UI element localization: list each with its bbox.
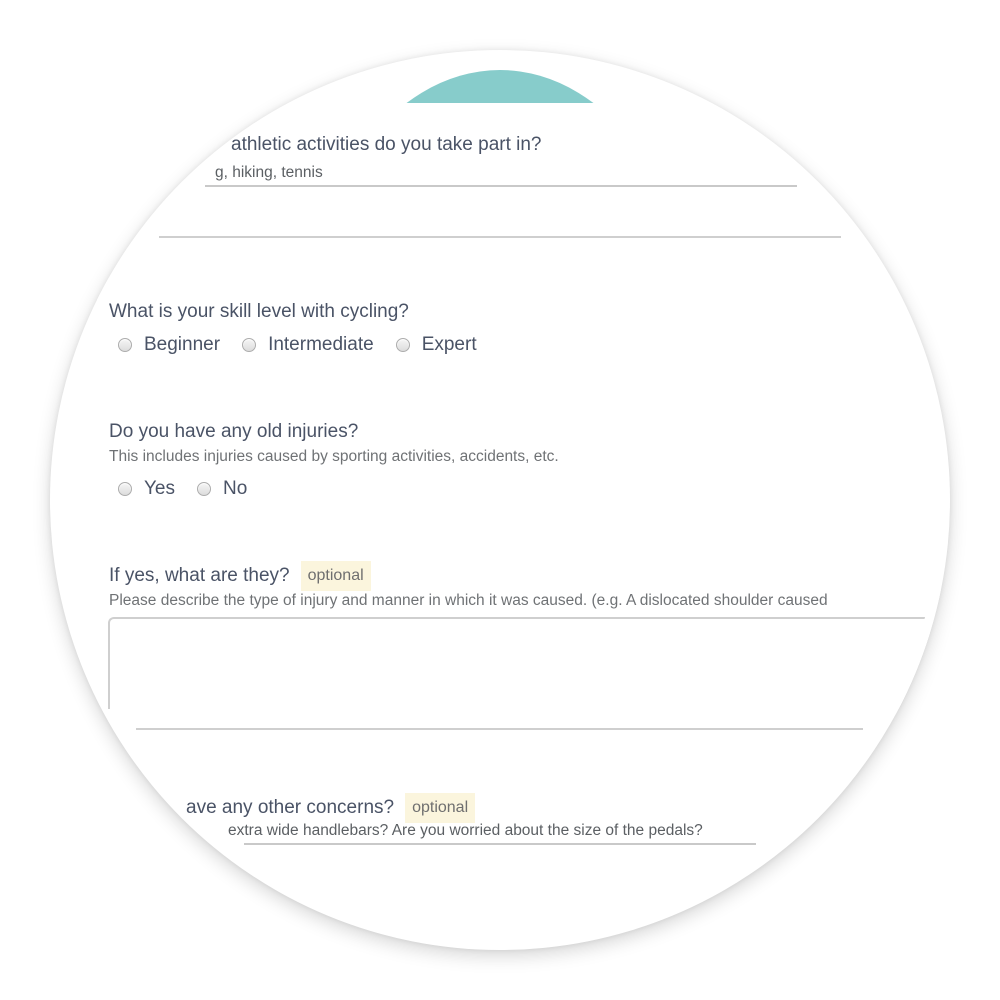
injury-details-help-text: Please describe the type of injury and m…	[109, 592, 828, 609]
injury-details-title: If yes, what are they? optional	[109, 561, 371, 591]
injuries-question-title: Do you have any old injuries?	[109, 421, 359, 442]
injuries-radio-group: Yes No	[118, 478, 269, 500]
radio-label: Beginner	[144, 334, 221, 355]
section-divider	[159, 236, 841, 238]
athletic-activities-input-value[interactable]: g, hiking, tennis	[215, 164, 323, 182]
radio-yes[interactable]: Yes	[118, 478, 175, 500]
athletic-question-title: athletic activities do you take part in?	[231, 134, 542, 155]
radio-circle-icon[interactable]	[197, 482, 211, 496]
concerns-title-text: ave any other concerns?	[186, 797, 395, 819]
section-divider	[136, 728, 863, 730]
header-banner-arc	[335, 70, 665, 103]
optional-badge: optional	[300, 561, 371, 591]
skill-question-title: What is your skill level with cycling?	[109, 301, 409, 322]
radio-circle-icon[interactable]	[118, 338, 132, 352]
radio-label: Yes	[144, 478, 175, 499]
magnifier-lens: athletic activities do you take part in?…	[50, 50, 950, 950]
radio-label: Expert	[421, 334, 477, 355]
radio-circle-icon[interactable]	[242, 338, 257, 352]
athletic-activities-input[interactable]	[205, 185, 797, 187]
form-page: athletic activities do you take part in?…	[50, 50, 950, 950]
radio-label: Intermediate	[268, 334, 374, 355]
injury-details-title-text: If yes, what are they?	[109, 565, 290, 587]
optional-badge: optional	[405, 793, 476, 823]
radio-expert[interactable]: Expert	[395, 334, 477, 356]
concerns-input[interactable]	[244, 843, 756, 845]
concerns-input-value[interactable]: extra wide handlebars? Are you worried a…	[228, 822, 703, 840]
radio-circle-icon[interactable]	[395, 338, 410, 352]
skill-radio-group: Beginner Intermediate Expert	[118, 334, 499, 356]
radio-intermediate[interactable]: Intermediate	[242, 334, 374, 356]
radio-no[interactable]: No	[197, 478, 247, 500]
injury-details-textarea[interactable]	[108, 617, 930, 709]
concerns-question-title: ave any other concerns? optional	[186, 793, 476, 823]
radio-label: No	[223, 478, 248, 499]
injuries-help-text: This includes injuries caused by sportin…	[109, 448, 559, 465]
radio-beginner[interactable]: Beginner	[118, 334, 220, 356]
radio-circle-icon[interactable]	[118, 482, 132, 496]
